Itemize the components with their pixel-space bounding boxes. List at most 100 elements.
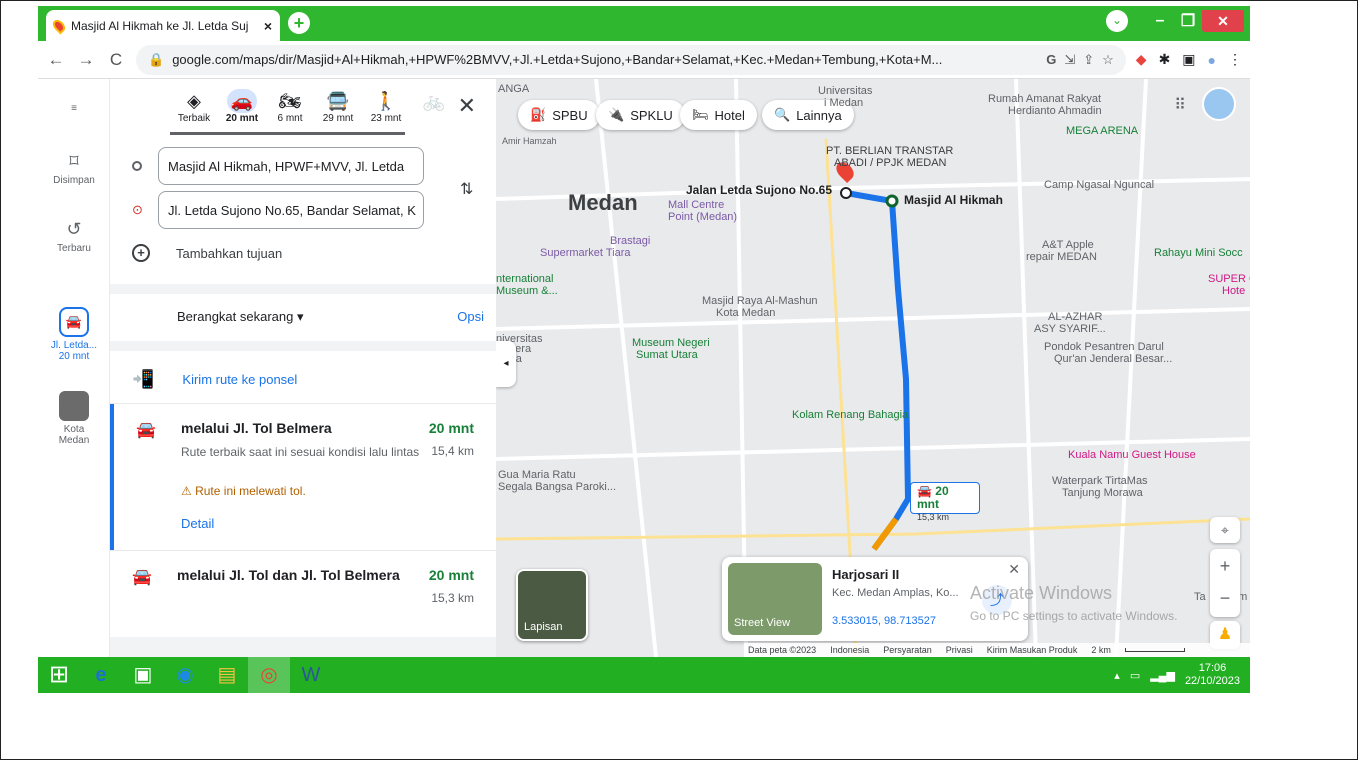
chrome-menu-icon[interactable]: ⋮ xyxy=(1228,51,1242,68)
history-icon: ↺ xyxy=(66,219,82,239)
map-footer: Data peta ©2023 Indonesia Persyaratan Pr… xyxy=(744,643,1250,657)
browser-tab[interactable]: Masjid Al Hikmah ke Jl. Letda Suj × xyxy=(46,10,280,41)
close-directions-icon[interactable]: ✕ xyxy=(458,93,476,119)
edge-icon[interactable]: ◉ xyxy=(164,657,206,693)
terms-link[interactable]: Persyaratan xyxy=(883,645,932,655)
zoom-in-button[interactable]: + xyxy=(1210,549,1240,583)
route-option[interactable]: 🚘 melalui Jl. Tol dan Jl. Tol Belmera 20… xyxy=(110,551,496,641)
layers-button[interactable]: Lapisan xyxy=(516,569,588,641)
forward-button[interactable]: → xyxy=(76,50,96,70)
divider xyxy=(110,284,496,294)
mode-best[interactable]: ◈ Terbaik xyxy=(170,89,218,124)
map-label: Sumat Utara xyxy=(636,349,698,361)
scale-bar xyxy=(1124,648,1185,652)
mode-driving[interactable]: 🚗 20 mnt xyxy=(218,89,266,124)
add-destination[interactable]: + Tambahkan tujuan xyxy=(132,244,282,262)
mode-label: 6 mnt xyxy=(277,113,303,124)
destination-input[interactable]: Jl. Letda Sujono No.65, Bandar Selamat, … xyxy=(158,191,424,229)
apps-grid-icon[interactable]: ⠿ xyxy=(1174,95,1186,115)
mode-transit[interactable]: 🚍 29 mnt xyxy=(314,89,362,124)
ev-charger-icon: 🔌 xyxy=(608,107,625,122)
account-avatar[interactable] xyxy=(1202,87,1236,121)
saved-nav[interactable]: ⌑ Disimpan xyxy=(38,151,110,186)
google-lens-icon[interactable]: G xyxy=(1046,52,1056,67)
internet-explorer-icon[interactable]: e xyxy=(80,657,122,693)
street-view-label: Street View xyxy=(734,617,791,629)
minimize-button[interactable]: – xyxy=(1146,12,1174,30)
chip-spbu[interactable]: ⛽ SPBU xyxy=(518,100,600,130)
car-icon: 🚘 xyxy=(917,484,936,498)
scale-label[interactable]: 2 km xyxy=(1091,645,1111,655)
trip-time: 20 mnt xyxy=(58,351,90,362)
clock[interactable]: 17:06 22/10/2023 xyxy=(1185,662,1240,688)
travel-modes: ◈ Terbaik 🚗 20 mnt 🏍 6 mnt 🚍 29 mnt 🚶 23… xyxy=(170,89,458,124)
chip-spklu[interactable]: 🔌 SPKLU xyxy=(596,100,685,130)
options-button[interactable]: Opsi xyxy=(457,309,484,324)
map-canvas[interactable]: ⛽ SPBU 🔌 SPKLU 🛏 Hotel 🔍 Lainnya ⠿ ANGA Univ… xyxy=(496,79,1250,657)
recent-trip-item[interactable]: 🚘 Jl. Letda... 20 mnt xyxy=(38,307,110,362)
collapse-panel-button[interactable]: ◂ xyxy=(496,341,516,387)
origin-row: Masjid Al Hikmah, HPWF+MVV, Jl. Letda xyxy=(132,147,424,185)
depart-dropdown[interactable]: Berangkat sekarang ▾ xyxy=(177,309,304,325)
hamburger-menu-icon[interactable]: ≡ xyxy=(38,103,110,114)
address-bar[interactable]: 🔒 google.com/maps/dir/Masjid+Al+Hikmah,+… xyxy=(136,44,1126,75)
recent-place-item[interactable]: Kota Medan xyxy=(38,391,110,446)
map-label: repair MEDAN xyxy=(1026,251,1097,263)
send-label: Kirim rute ke ponsel xyxy=(182,372,298,387)
install-app-icon[interactable]: ⇲ xyxy=(1064,52,1075,68)
send-to-phone[interactable]: 📲 Kirim rute ke ponsel xyxy=(132,369,297,390)
mode-walking[interactable]: 🚶 23 mnt xyxy=(362,89,410,124)
restore-button[interactable]: ❐ xyxy=(1174,11,1202,31)
origin-input[interactable]: Masjid Al Hikmah, HPWF+MVV, Jl. Letda xyxy=(158,147,424,185)
place-title: Harjosari II xyxy=(832,567,900,582)
mode-indicator xyxy=(170,132,405,135)
chip-label: Lainnya xyxy=(796,107,842,123)
reload-button[interactable]: C xyxy=(106,50,126,70)
close-card-icon[interactable]: ✕ xyxy=(1008,561,1020,578)
feedback-link[interactable]: Kirim Masukan Produk xyxy=(987,645,1078,655)
page-frame: Masjid Al Hikmah ke Jl. Letda Suj × + ⌄ … xyxy=(0,0,1358,760)
back-button[interactable]: ← xyxy=(46,50,66,70)
route-distance: 15,4 km xyxy=(431,444,474,458)
map-label: Waterpark TirtaMas xyxy=(1052,475,1148,487)
origin-dot-icon xyxy=(132,161,142,171)
route-option[interactable]: 🚘 melalui Jl. Tol Belmera 20 mnt Rute te… xyxy=(110,404,496,550)
layers-label: Lapisan xyxy=(524,621,563,633)
zoom-out-button[interactable]: − xyxy=(1210,583,1240,617)
puzzle-extensions-icon[interactable]: ✱ xyxy=(1159,51,1171,68)
store-icon[interactable]: ▣ xyxy=(122,657,164,693)
zoom-controls: + − xyxy=(1210,549,1240,617)
chrome-icon[interactable]: ◎ xyxy=(248,657,290,693)
extension-icon[interactable]: ◆ xyxy=(1136,51,1147,68)
tab-close-icon[interactable]: × xyxy=(264,18,272,34)
network-icon[interactable]: ▭ xyxy=(1130,669,1140,682)
tab-search-icon[interactable]: ⌄ xyxy=(1106,10,1128,32)
side-panel-icon[interactable]: ▣ xyxy=(1182,51,1195,68)
country-label[interactable]: Indonesia xyxy=(830,645,869,655)
window-close-button[interactable]: ✕ xyxy=(1202,10,1244,32)
map-label: Point (Medan) xyxy=(668,211,738,223)
place-coordinates[interactable]: 3.533015, 98.713527 xyxy=(832,615,936,627)
browser-toolbar: ← → C 🔒 google.com/maps/dir/Masjid+Al+Hi… xyxy=(38,41,1250,79)
route-time-badge[interactable]: 🚘 20 mnt 15,3 km xyxy=(910,482,980,522)
mode-cycling[interactable]: 🚲 xyxy=(410,89,458,124)
street-view-thumbnail[interactable]: Street View xyxy=(728,563,822,635)
new-tab-button[interactable]: + xyxy=(288,12,310,34)
route-detail-link[interactable]: Detail xyxy=(181,516,214,531)
map-label: AL-AZHAR xyxy=(1048,311,1103,323)
bookmark-star-icon[interactable]: ☆ xyxy=(1102,52,1114,68)
recent-nav[interactable]: ↺ Terbaru xyxy=(38,219,110,254)
profile-avatar-icon[interactable]: ● xyxy=(1208,52,1216,68)
place-subtitle: Kec. Medan Amplas, Ko... xyxy=(832,587,959,599)
my-location-icon[interactable]: ⌖ xyxy=(1210,517,1240,543)
file-explorer-icon[interactable]: ▤ xyxy=(206,657,248,693)
word-icon[interactable]: W xyxy=(290,657,332,693)
share-icon[interactable]: ⇪ xyxy=(1083,52,1094,68)
chip-hotel[interactable]: 🛏 Hotel xyxy=(680,100,757,130)
tray-expand-icon[interactable]: ▴ xyxy=(1114,669,1120,682)
swap-icon[interactable]: ⇅ xyxy=(460,179,473,199)
start-button-icon[interactable]: ⊞ xyxy=(38,657,80,693)
privacy-link[interactable]: Privasi xyxy=(946,645,973,655)
mode-motorcycle[interactable]: 🏍 6 mnt xyxy=(266,89,314,124)
signal-icon[interactable]: ▂▄▆ xyxy=(1150,669,1175,682)
